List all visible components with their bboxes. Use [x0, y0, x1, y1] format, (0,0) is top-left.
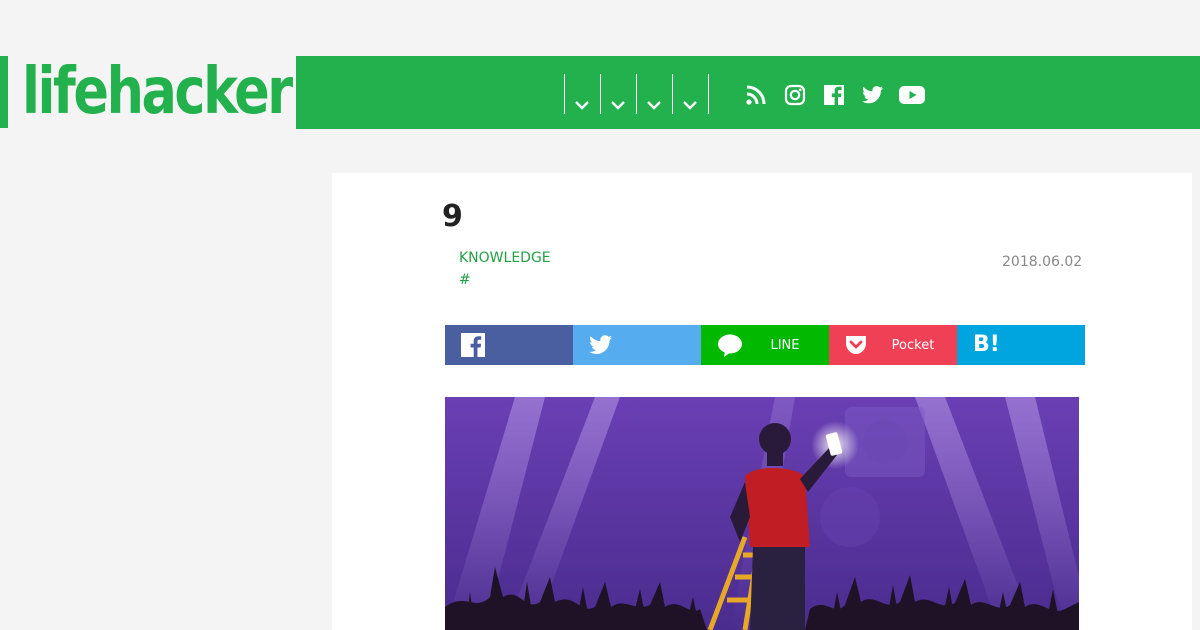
logo-accent-bar: [0, 56, 8, 128]
nav-menu-4[interactable]: [672, 74, 709, 114]
nav-menu-3[interactable]: [636, 74, 672, 114]
share-pocket-button[interactable]: Pocket: [829, 325, 957, 365]
share-line-button[interactable]: LINE: [701, 325, 829, 365]
chevron-down-icon: [611, 101, 625, 110]
twitter-icon[interactable]: [853, 80, 892, 110]
chevron-down-icon: [683, 101, 697, 110]
pocket-icon: [845, 334, 867, 360]
facebook-icon[interactable]: [814, 80, 853, 110]
concert-illustration: [445, 397, 1079, 630]
twitter-icon: [589, 335, 613, 359]
hatena-bookmark-icon: B!: [973, 332, 1000, 357]
nav-menu-1[interactable]: [564, 74, 600, 114]
social-links: [736, 80, 931, 110]
share-hatena-button[interactable]: B!: [957, 325, 1085, 365]
article-card: 9 KNOWLEDGE # 2018.06.02 LINE Pocket B!: [332, 173, 1192, 630]
share-line-label: LINE: [770, 337, 800, 353]
instagram-icon[interactable]: [775, 80, 814, 110]
youtube-icon[interactable]: [892, 80, 931, 110]
article-title: 9: [442, 199, 463, 234]
chevron-down-icon: [575, 101, 589, 110]
nav-menus: [564, 74, 709, 114]
share-twitter-button[interactable]: [573, 325, 701, 365]
line-icon: [717, 334, 743, 362]
nav-menu-2[interactable]: [600, 74, 636, 114]
category-link[interactable]: KNOWLEDGE: [459, 250, 551, 266]
chevron-down-icon: [647, 101, 661, 110]
share-buttons: LINE Pocket B!: [445, 325, 1085, 365]
site-logo[interactable]: lifehacker: [22, 50, 293, 134]
hashtag-link[interactable]: #: [459, 272, 471, 288]
share-facebook-button[interactable]: [445, 325, 573, 365]
hero-image: [445, 397, 1079, 630]
share-pocket-label: Pocket: [891, 337, 935, 353]
rss-icon[interactable]: [736, 80, 775, 110]
facebook-icon: [461, 333, 485, 361]
publish-date: 2018.06.02: [1002, 254, 1083, 270]
